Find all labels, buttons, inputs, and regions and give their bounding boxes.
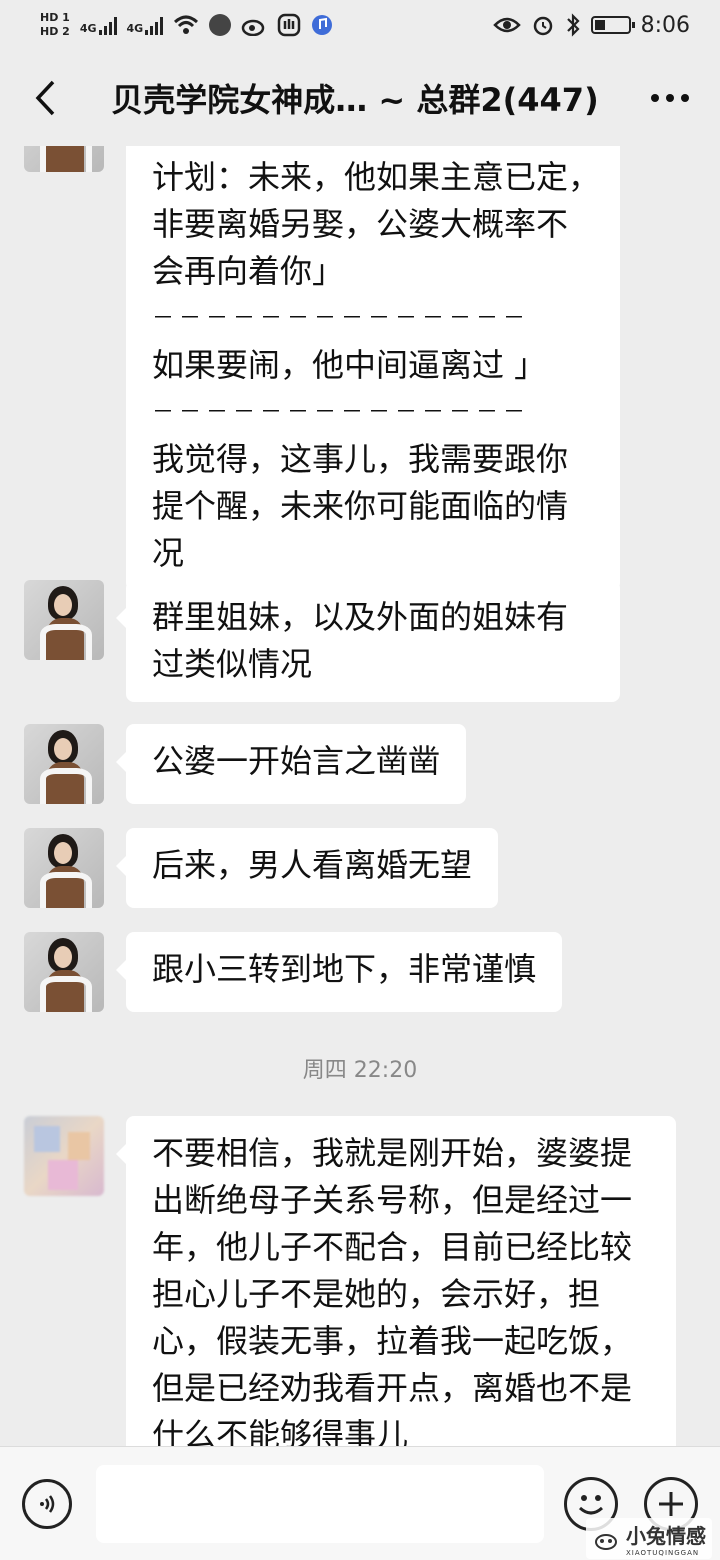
- message-row: 跟小三转到地下，非常谨慎: [24, 932, 563, 1012]
- more-dots-icon: [651, 94, 689, 102]
- message-line: 不要相信，我就是刚开始，婆婆提: [152, 1134, 633, 1172]
- message-input[interactable]: [96, 1465, 544, 1543]
- chevron-left-icon: [35, 80, 55, 116]
- net2-label: 4G: [126, 22, 144, 35]
- message-bubble[interactable]: 公婆一开始言之凿凿: [115, 724, 467, 804]
- status-bar: HD 1 HD 2 4G 4G 8:06: [0, 0, 720, 50]
- wifi-icon: [174, 15, 199, 34]
- message-line: 担心儿子不是她的，会示好，担: [152, 1275, 601, 1313]
- net1-label: 4G: [79, 22, 97, 35]
- avatar[interactable]: [24, 828, 104, 908]
- avatar[interactable]: [24, 724, 104, 804]
- weibo-icon: [241, 19, 265, 36]
- watermark-text: 小兔情感: [626, 1524, 706, 1548]
- message-row: 计划：未来，他如果主意已定， 非要离婚另娶，公婆大概率不 会再向着你」 －－－－…: [24, 146, 620, 591]
- message-line: －－－－－－－－－－－－－－: [152, 306, 531, 331]
- message-line: 但是已经劝我看开点，离婚也不是: [152, 1369, 633, 1407]
- more-button[interactable]: [620, 50, 720, 146]
- message-bubble[interactable]: 群里姐妹，以及外面的姐妹有 过类似情况: [116, 580, 620, 702]
- music-icon: [312, 15, 333, 35]
- hand-icon: [277, 13, 301, 37]
- avatar[interactable]: [24, 146, 104, 172]
- message-line: －－－－－－－－－－－－－－: [152, 400, 531, 425]
- signal-2-icon: 4G: [127, 15, 164, 35]
- message-bubble[interactable]: 计划：未来，他如果主意已定， 非要离婚另娶，公婆大概率不 会再向着你」 －－－－…: [126, 146, 620, 591]
- rabbit-logo-icon: [595, 1533, 617, 1550]
- message-line: 后来，男人看离婚无望: [152, 846, 473, 884]
- message-line: 况: [152, 534, 185, 572]
- message-bubble[interactable]: 不要相信，我就是刚开始，婆婆提 出断绝母子关系号称，但是经过一 年，他儿子不配合…: [116, 1116, 676, 1446]
- message-row: 公婆一开始言之凿凿: [24, 724, 467, 804]
- battery-icon: [590, 16, 635, 34]
- hd-indicator: HD 1 HD 2: [40, 11, 70, 39]
- message-line: 跟小三转到地下，非常谨慎: [152, 950, 537, 988]
- chat-header: 贝壳学院女神成… ~ 总群2(447): [0, 50, 720, 146]
- message-line: 公婆一开始言之凿凿: [152, 742, 441, 780]
- message-line: 出断绝母子关系号称，但是经过一: [152, 1181, 633, 1219]
- message-line: 什么不能够得事儿: [152, 1416, 409, 1446]
- clock: 8:06: [640, 12, 690, 38]
- status-left: HD 1 HD 2 4G 4G: [40, 11, 333, 39]
- bluetooth-icon: [566, 13, 580, 37]
- signal-1-icon: 4G: [80, 15, 117, 35]
- message-line: 群里姐妹，以及外面的姐妹有: [152, 598, 569, 636]
- message-line: 过类似情况: [152, 645, 313, 683]
- message-line: 提个醒，未来你可能面临的情: [152, 487, 569, 525]
- plus-icon: [659, 1492, 683, 1516]
- avatar[interactable]: [24, 932, 104, 1012]
- message-line: 如果要闹，他中间逼离过 」: [152, 346, 547, 384]
- chat-title: 贝壳学院女神成… ~ 总群2(447): [111, 81, 599, 119]
- message-line: 会再向着你」: [152, 252, 345, 290]
- timestamp: 周四 22:20: [302, 1058, 418, 1083]
- app-notification-icon: [209, 14, 232, 36]
- avatar[interactable]: [24, 1116, 104, 1196]
- hd2-label: HD 2: [40, 25, 70, 38]
- message-row: 不要相信，我就是刚开始，婆婆提 出断绝母子关系号称，但是经过一 年，他儿子不配合…: [24, 1116, 676, 1446]
- alarm-icon: [533, 16, 552, 36]
- watermark: 小兔情感 XIAOTUQINGGAN: [586, 1518, 712, 1559]
- voice-button[interactable]: [22, 1479, 72, 1529]
- avatar[interactable]: [24, 580, 104, 660]
- chat-area[interactable]: 计划：未来，他如果主意已定， 非要离婚另娶，公婆大概率不 会再向着你」 －－－－…: [0, 146, 720, 1446]
- message-line: 心，假装无事，拉着我一起吃饭，: [152, 1322, 633, 1360]
- message-line: 年，他儿子不配合，目前已经比较: [152, 1228, 633, 1266]
- message-line: 非要离婚另娶，公婆大概率不: [152, 205, 569, 243]
- watermark-sub: XIAOTUQINGGAN: [626, 1549, 700, 1557]
- message-row: 后来，男人看离婚无望: [24, 828, 499, 908]
- eye-icon: [492, 17, 521, 33]
- back-button[interactable]: [0, 50, 90, 146]
- status-right: 8:06: [492, 12, 690, 38]
- message-line: 计划：未来，他如果主意已定，: [152, 158, 601, 196]
- message-bubble[interactable]: 后来，男人看离婚无望: [115, 828, 499, 908]
- message-line: 我觉得，这事儿，我需要跟你: [152, 440, 569, 478]
- hd1-label: HD 1: [40, 11, 70, 24]
- message-row: 群里姐妹，以及外面的姐妹有 过类似情况: [24, 580, 620, 702]
- message-bubble[interactable]: 跟小三转到地下，非常谨慎: [115, 932, 563, 1012]
- voice-icon: [40, 1495, 55, 1513]
